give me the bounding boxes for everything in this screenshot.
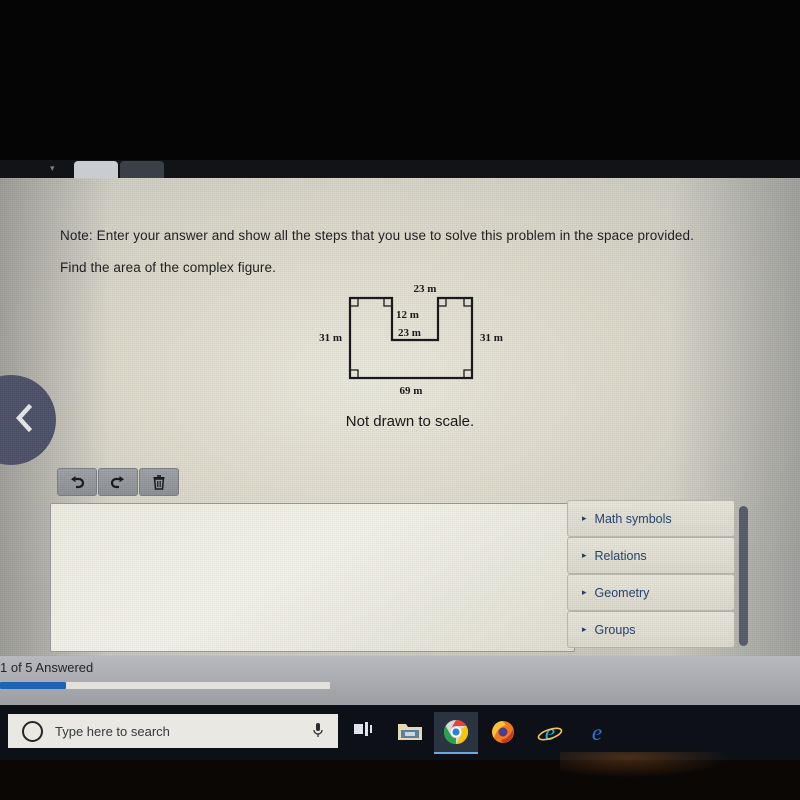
complex-figure: 23 m 12 m 23 m 31 m 31 m 69 m <box>300 278 520 408</box>
progress-bar <box>0 682 330 689</box>
panel-item-label: Geometry <box>594 585 650 600</box>
panel-item-geometry[interactable]: ▸ Geometry <box>567 574 735 611</box>
undo-arrow-icon <box>69 475 85 489</box>
chevron-left-icon <box>0 403 34 438</box>
panel-item-math-symbols[interactable]: ▸ Math symbols <box>567 500 735 537</box>
redo-arrow-icon <box>110 475 126 489</box>
symbol-panel-scrollbar[interactable] <box>739 506 748 646</box>
task-view-icon <box>353 721 373 742</box>
progress-bar-fill <box>0 682 66 689</box>
browser-tab-active[interactable] <box>74 161 118 178</box>
undo-button[interactable] <box>57 468 97 496</box>
label-notch-vertical: 12 m <box>396 309 419 321</box>
figure-svg: 23 m 12 m 23 m 31 m 31 m 69 m <box>319 283 503 397</box>
trash-can-icon <box>152 474 166 490</box>
chevron-right-icon: ▸ <box>582 513 587 523</box>
taskbar-app-mozilla-firefox[interactable] <box>481 712 525 752</box>
panel-item-label: Math symbols <box>594 511 672 526</box>
question-prompt: Find the area of the complex figure. <box>60 260 276 275</box>
chevron-right-icon: ▸ <box>582 624 587 634</box>
symbol-panel: ▸ Math symbols ▸ Relations ▸ Geometry ▸ … <box>567 500 735 650</box>
question-note: Note: Enter your answer and show all the… <box>60 228 694 243</box>
panel-item-label: Relations <box>594 548 647 563</box>
cortana-circle-icon <box>22 720 43 742</box>
answer-input[interactable] <box>50 503 575 652</box>
internet-explorer-icon: e <box>537 720 563 744</box>
panel-item-relations[interactable]: ▸ Relations <box>567 537 735 574</box>
label-right-side: 31 m <box>480 332 503 344</box>
file-explorer-icon <box>397 721 423 743</box>
chevron-right-icon: ▸ <box>582 550 587 560</box>
microsoft-edge-icon: e <box>584 720 610 744</box>
monitor-bezel-top <box>0 0 800 165</box>
panel-item-groups[interactable]: ▸ Groups <box>567 611 735 648</box>
label-notch-horizontal: 23 m <box>398 327 421 339</box>
delete-button[interactable] <box>139 468 179 496</box>
previous-question-button[interactable] <box>0 375 56 465</box>
answered-status-text: 1 of 5 Answered <box>0 660 94 675</box>
panel-item-label: Groups <box>594 622 636 637</box>
taskbar-app-microsoft-edge[interactable]: e <box>575 712 619 752</box>
taskbar-app-google-chrome[interactable] <box>434 712 478 754</box>
taskbar-app-file-explorer[interactable] <box>388 712 432 752</box>
browser-tab-inactive[interactable] <box>120 161 164 178</box>
figure-caption: Not drawn to scale. <box>345 413 475 430</box>
google-chrome-icon <box>443 719 469 745</box>
mozilla-firefox-icon <box>491 720 515 744</box>
task-view-button[interactable] <box>345 714 381 748</box>
search-placeholder-text: Type here to search <box>55 723 170 739</box>
assignment-page: Note: Enter your answer and show all the… <box>0 178 800 656</box>
screen-photo: ▾ Note: Enter your answer and show all t… <box>0 0 800 800</box>
svg-text:e: e <box>592 720 602 744</box>
microphone-icon[interactable] <box>312 722 324 745</box>
assignment-status-bar <box>0 656 800 705</box>
label-bottom: 69 m <box>400 385 423 397</box>
taskbar-app-internet-explorer[interactable]: e <box>528 712 572 752</box>
redo-button[interactable] <box>98 468 138 496</box>
monitor-bezel-bottom <box>0 760 800 800</box>
label-top-right: 23 m <box>414 283 437 295</box>
search-input[interactable]: Type here to search <box>8 714 338 748</box>
chevron-right-icon: ▸ <box>582 587 587 597</box>
svg-text:e: e <box>545 720 555 744</box>
tab-scroll-arrow-icon[interactable]: ▾ <box>50 163 55 174</box>
label-left-side: 31 m <box>319 332 342 344</box>
